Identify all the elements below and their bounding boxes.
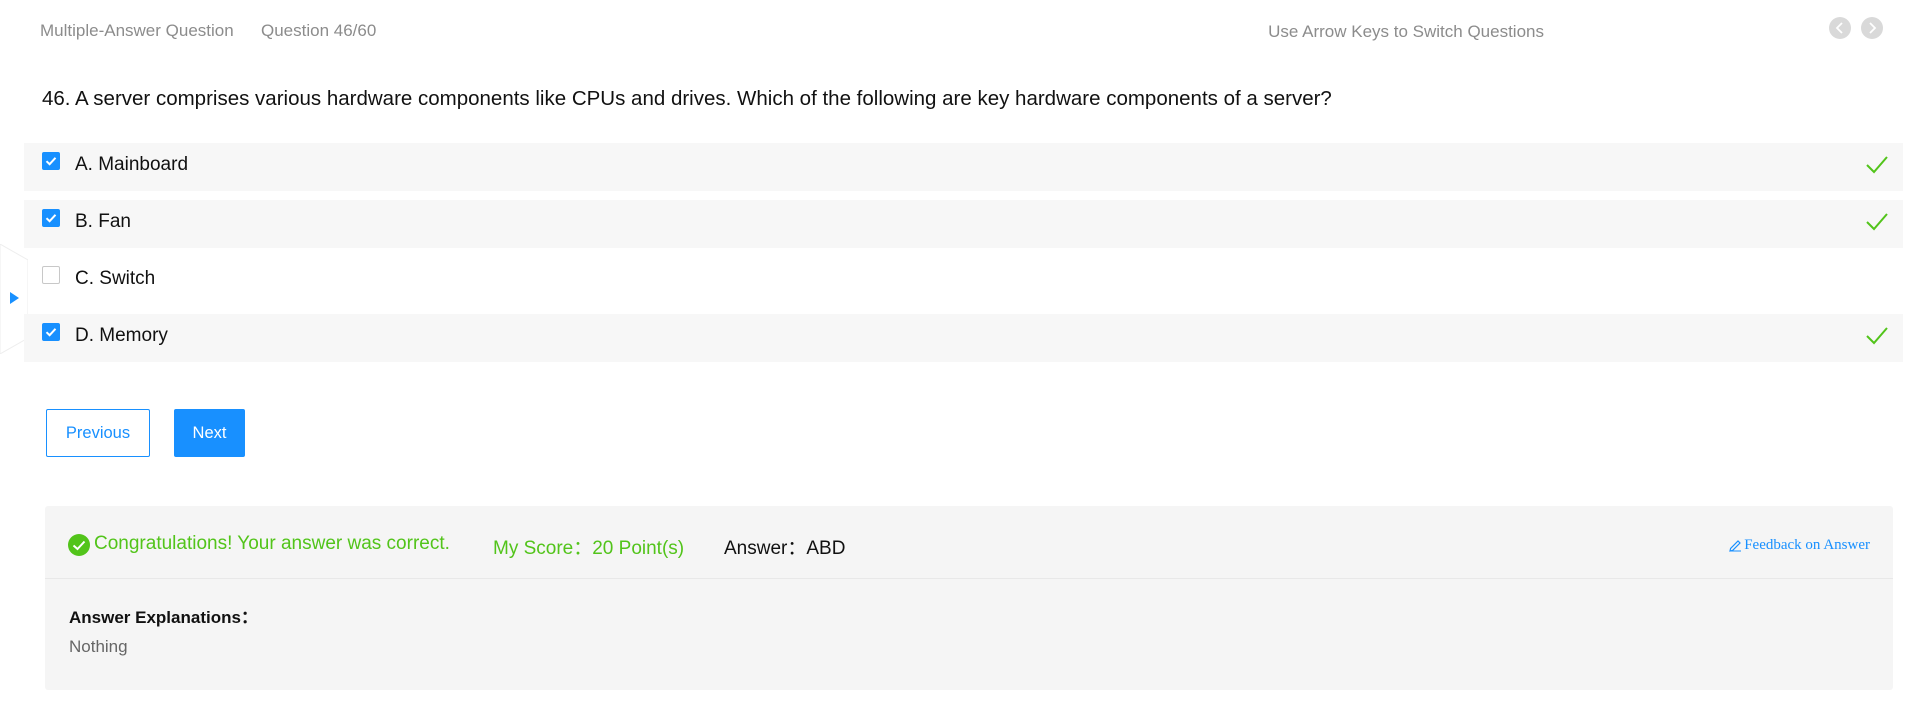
- previous-button[interactable]: Previous: [46, 409, 150, 457]
- option-b-checkbox[interactable]: [42, 209, 60, 227]
- option-b-label: B. Fan: [75, 211, 131, 232]
- chevron-left-icon: [1835, 22, 1843, 34]
- success-check-circle-icon: [68, 534, 90, 556]
- question-counter: Question 46/60: [261, 21, 377, 40]
- option-b[interactable]: B. Fan: [24, 200, 1903, 248]
- explanation-title: Answer Explanations：: [69, 608, 258, 627]
- option-c-label: C. Switch: [75, 268, 156, 289]
- result-panel: Congratulations! Your answer was correct…: [45, 506, 1893, 690]
- edit-icon: [1729, 540, 1742, 552]
- option-d-label: D. Memory: [75, 325, 168, 346]
- question-header: Multiple-Answer Question Question 46/60 …: [0, 0, 1919, 60]
- score-text: My Score：20 Point(s): [493, 538, 685, 559]
- question-text: 46. A server comprises various hardware …: [42, 87, 1332, 110]
- option-a-checkbox[interactable]: [42, 152, 60, 170]
- correct-check-icon: [1866, 327, 1888, 345]
- option-d-checkbox[interactable]: [42, 323, 60, 341]
- option-a[interactable]: A. Mainboard: [24, 143, 1903, 191]
- prev-question-button[interactable]: [1829, 17, 1851, 39]
- explanation-body: Nothing: [69, 637, 128, 656]
- option-c[interactable]: C. Switch: [24, 257, 1903, 305]
- chevron-right-icon: [1869, 22, 1877, 34]
- feedback-link[interactable]: Feedback on Answer: [1729, 537, 1870, 554]
- question-type-label: Multiple-Answer Question: [40, 21, 234, 40]
- option-d[interactable]: D. Memory: [24, 314, 1903, 362]
- result-summary: Congratulations! Your answer was correct…: [45, 506, 1893, 579]
- next-question-button[interactable]: [1861, 17, 1883, 39]
- correct-check-icon: [1866, 213, 1888, 231]
- correct-answer-text: Answer：ABD: [724, 538, 846, 559]
- result-message: Congratulations! Your answer was correct…: [94, 533, 450, 554]
- next-button[interactable]: Next: [174, 409, 245, 457]
- option-a-label: A. Mainboard: [75, 154, 189, 175]
- option-c-checkbox[interactable]: [42, 266, 60, 284]
- keyboard-hint: Use Arrow Keys to Switch Questions: [1268, 22, 1544, 41]
- correct-check-icon: [1866, 156, 1888, 174]
- feedback-link-label: Feedback on Answer: [1744, 537, 1870, 553]
